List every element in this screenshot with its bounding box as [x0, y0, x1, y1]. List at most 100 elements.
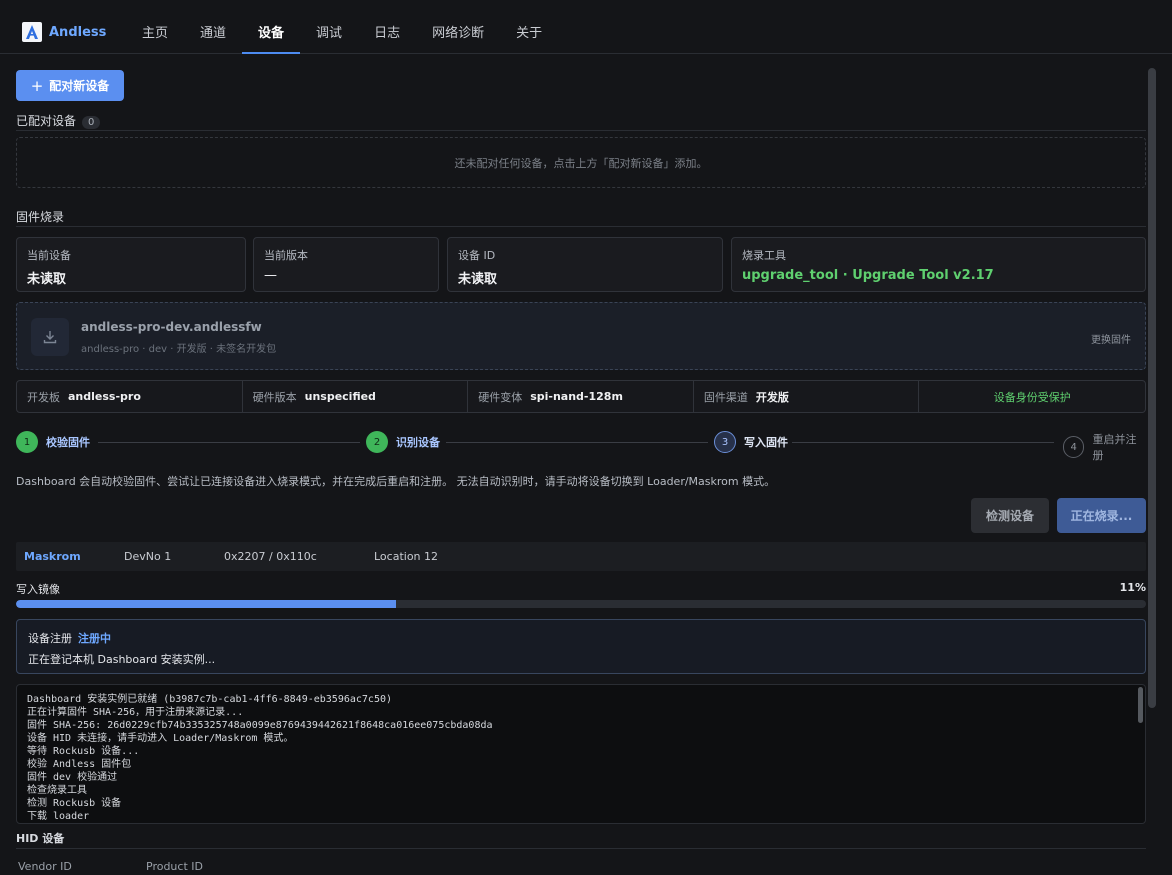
hid-devices-title: HID 设备 [16, 832, 65, 845]
step-reboot-register: 4 重启并注册 [1063, 431, 1146, 463]
log-line: 固件 SHA-256: 26d0229cfb74b335325748a0099e… [27, 720, 493, 731]
detected-device-row[interactable]: Maskrom DevNo 1 0x2207 / 0x110c Location… [16, 542, 1146, 571]
firmware-file-meta: andless-pro · dev · 开发版 · 未签名开发包 [81, 344, 277, 355]
card-label: 烧录工具 [742, 249, 786, 262]
registration-title: 设备注册 [28, 632, 72, 645]
tab-home[interactable]: 主页 [126, 14, 184, 54]
card-label: 当前版本 [264, 249, 308, 262]
meta-value: spi-nand-128m [530, 390, 623, 403]
log-line: 检查烧录工具 [27, 785, 87, 796]
progress-bar [16, 600, 1146, 608]
card-value: 未读取 [27, 272, 67, 287]
tab-debug[interactable]: 调试 [300, 14, 358, 54]
progress-label: 写入镜像 [16, 583, 60, 596]
meta-value: 开发版 [755, 390, 789, 404]
current-version-card: 当前版本 — [253, 237, 439, 292]
empty-state-text: 还未配对任何设备，点击上方「配对新设备」添加。 [454, 156, 708, 170]
registration-heading: 设备注册 注册中 [28, 630, 1134, 646]
meta-key: 固件渠道 [703, 390, 748, 404]
meta-key: 开发板 [27, 390, 60, 404]
flash-tool-card: 烧录工具 upgrade_tool · Upgrade Tool v2.17 [731, 237, 1146, 292]
device-devno: DevNo 1 [124, 550, 172, 563]
hid-column-product-id: Product ID [146, 860, 203, 873]
log-line: Dashboard 安装实例已就绪 (b3987c7b-cab1-4ff6-88… [27, 694, 393, 705]
step-label: 写入固件 [744, 436, 788, 449]
flashing-button[interactable]: 正在烧录... [1057, 498, 1146, 533]
step-label: 重启并注册 [1092, 433, 1137, 462]
andless-logo-icon [22, 22, 42, 42]
step-connector [792, 442, 1054, 443]
identity-status-text: 设备身份受保护 [993, 390, 1071, 404]
divider [16, 130, 1146, 131]
meta-identity-status: 设备身份受保护 [919, 381, 1145, 412]
card-value: upgrade_tool · Upgrade Tool v2.17 [742, 268, 994, 283]
top-navigation-bar: Andless 主页 通道 设备 调试 日志 网络诊断 关于 [0, 0, 1172, 54]
tab-channels[interactable]: 通道 [184, 14, 242, 54]
device-id-card: 设备 ID 未读取 [447, 237, 723, 292]
step-label: 识别设备 [396, 436, 440, 449]
card-label: 当前设备 [27, 249, 71, 262]
divider [16, 226, 1146, 227]
log-line: 检测 Rockusb 设备 [27, 798, 122, 809]
meta-value: unspecified [304, 390, 376, 403]
meta-hardware-variant: 硬件变体 spi-nand-128m [468, 381, 694, 412]
device-mode: Maskrom [24, 550, 81, 563]
pair-new-device-label: 配对新设备 [49, 79, 110, 93]
registration-status: 注册中 [78, 632, 111, 645]
meta-key: 硬件变体 [478, 390, 523, 404]
step-verify-firmware: 1 校验固件 [16, 431, 90, 453]
page-scrollbar[interactable] [1148, 68, 1156, 708]
tab-devices[interactable]: 设备 [242, 14, 301, 54]
paired-devices-empty-state: 还未配对任何设备，点击上方「配对新设备」添加。 [16, 137, 1146, 188]
pair-new-device-button[interactable]: + 配对新设备 [16, 70, 124, 101]
step-write-firmware: 3 写入固件 [714, 431, 788, 453]
card-value: — [264, 268, 277, 283]
current-device-card: 当前设备 未读取 [16, 237, 246, 292]
log-line: 等待 Rockusb 设备... [27, 746, 140, 757]
step-connector [98, 442, 360, 443]
registration-panel: 设备注册 注册中 正在登记本机 Dashboard 安装实例... [16, 619, 1146, 674]
step-number: 1 [16, 431, 38, 453]
download-icon [31, 318, 69, 356]
log-line: 下载 loader [27, 811, 90, 822]
flash-log-console[interactable]: Dashboard 安装实例已就绪 (b3987c7b-cab1-4ff6-88… [16, 684, 1146, 824]
meta-value: andless-pro [68, 390, 141, 403]
tab-about[interactable]: 关于 [500, 14, 558, 54]
step-number: 4 [1063, 436, 1085, 458]
hid-column-vendor-id: Vendor ID [18, 860, 72, 873]
meta-hardware-version: 硬件版本 unspecified [243, 381, 469, 412]
detect-device-button[interactable]: 检测设备 [971, 498, 1049, 533]
step-identify-device: 2 识别设备 [366, 431, 440, 453]
log-line: 设备 HID 未连接，请手动进入 Loader/Maskrom 模式。 [27, 733, 294, 744]
log-line: 正在计算固件 SHA-256，用于注册来源记录... [27, 707, 244, 718]
paired-devices-heading: 已配对设备 0 [16, 112, 101, 129]
tab-logs[interactable]: 日志 [358, 14, 416, 54]
step-connector [446, 442, 708, 443]
tab-network-diagnostics[interactable]: 网络诊断 [416, 14, 500, 54]
firmware-file-name: andless-pro-dev.andlessfw [81, 320, 262, 334]
change-firmware-link[interactable]: 更换固件 [1091, 331, 1131, 346]
log-scrollbar[interactable] [1138, 687, 1143, 723]
step-number: 2 [366, 431, 388, 453]
flash-stepper: 1 校验固件 2 识别设备 3 写入固件 4 重启并注册 [16, 431, 1146, 462]
progress-percent: 11% [1119, 581, 1146, 594]
meta-key: 硬件版本 [252, 390, 297, 404]
plus-icon: + [30, 76, 44, 95]
divider [16, 848, 1146, 849]
log-line: 固件 dev 校验通过 [27, 772, 118, 783]
card-value: 未读取 [458, 272, 498, 287]
flash-description: Dashboard 会自动校验固件、尝试让已连接设备进入烧录模式，并在完成后重启… [16, 475, 776, 488]
paired-devices-title: 已配对设备 [16, 114, 77, 128]
meta-board: 开发板 andless-pro [17, 381, 243, 412]
meta-channel: 固件渠道 开发版 [694, 381, 920, 412]
paired-count-badge: 0 [82, 116, 101, 129]
app-name: Andless [49, 24, 107, 40]
step-label: 校验固件 [46, 436, 90, 449]
step-number: 3 [714, 431, 736, 453]
brand[interactable]: Andless [22, 22, 106, 42]
device-location: Location 12 [374, 550, 439, 563]
firmware-meta-row: 开发板 andless-pro 硬件版本 unspecified 硬件变体 sp… [16, 380, 1146, 413]
firmware-file-dropzone[interactable]: andless-pro-dev.andlessfw andless-pro · … [16, 302, 1146, 370]
card-label: 设备 ID [458, 249, 496, 262]
device-vid-pid: 0x2207 / 0x110c [224, 550, 317, 563]
